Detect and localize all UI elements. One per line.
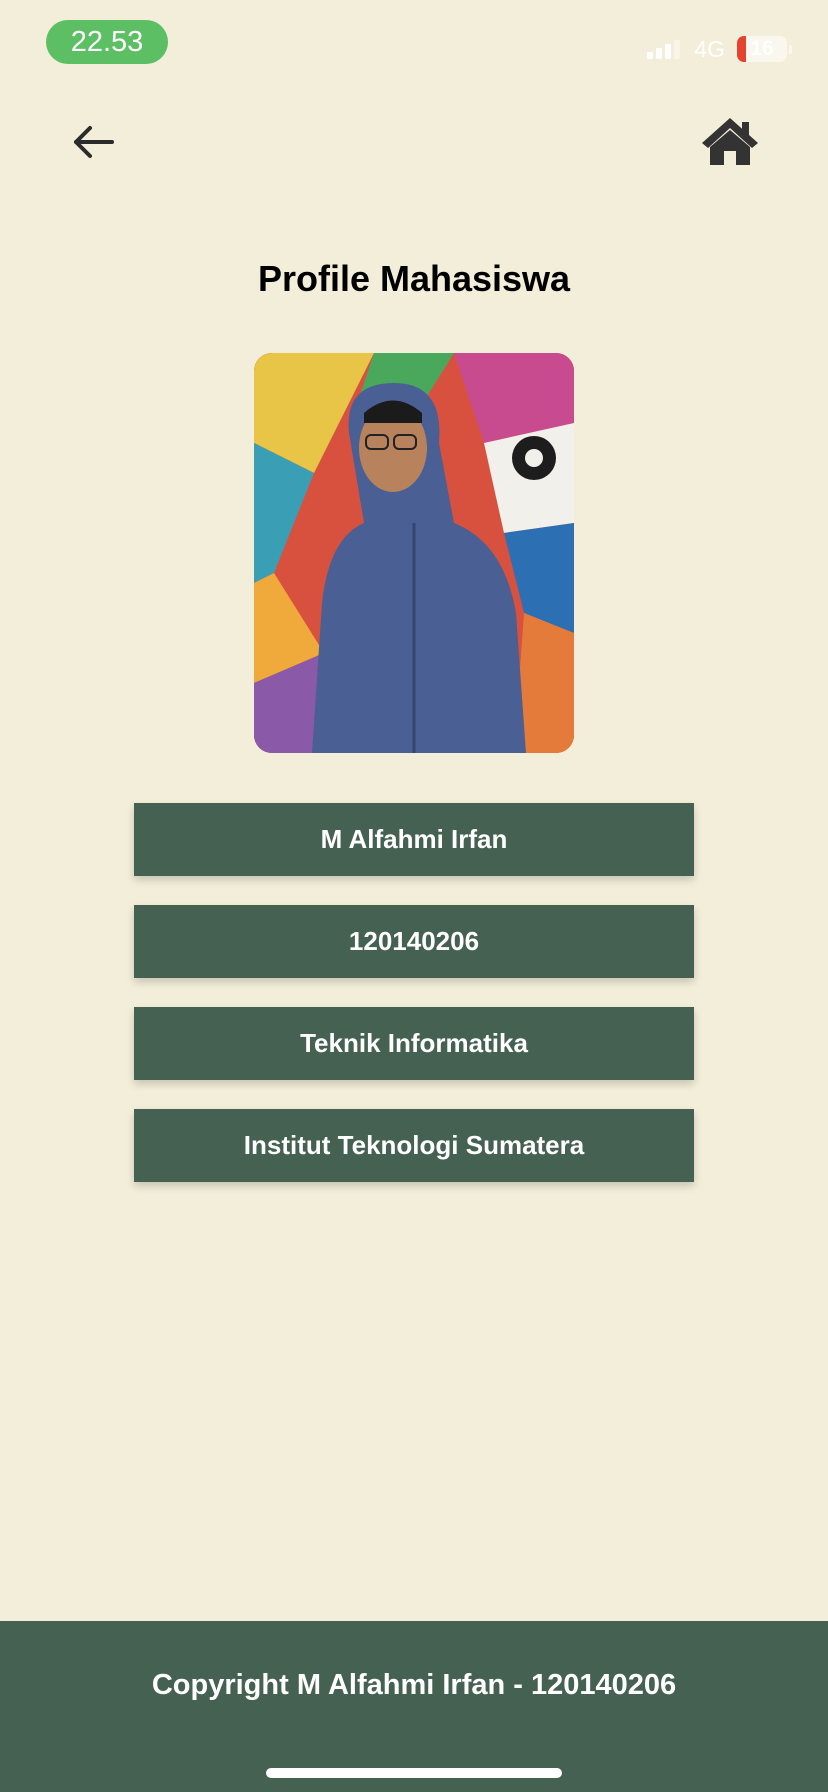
profile-photo [254, 353, 574, 753]
arrow-left-icon [74, 126, 114, 158]
battery-level: 16 [750, 37, 774, 60]
student-institution: Institut Teknologi Sumatera [134, 1109, 694, 1182]
student-major: Teknik Informatika [134, 1007, 694, 1080]
back-button[interactable] [68, 118, 120, 166]
home-indicator[interactable] [266, 1768, 562, 1778]
status-indicators: 4G 16 [647, 34, 792, 64]
network-type: 4G [694, 35, 725, 62]
battery-tip [789, 44, 792, 54]
student-name: M Alfahmi Irfan [134, 803, 694, 876]
signal-icon [647, 39, 681, 59]
status-bar: 22.53 4G 16 [0, 0, 828, 90]
student-id: 120140206 [134, 905, 694, 978]
footer: Copyright M Alfahmi Irfan - 120140206 [0, 1621, 828, 1792]
footer-copyright: Copyright M Alfahmi Irfan - 120140206 [151, 1669, 677, 1701]
page-title: Profile Mahasiswa [257, 258, 571, 299]
home-icon [702, 118, 758, 165]
status-time: 22.53 [46, 20, 168, 64]
battery-icon: 16 [737, 36, 787, 62]
home-button[interactable] [700, 116, 760, 168]
